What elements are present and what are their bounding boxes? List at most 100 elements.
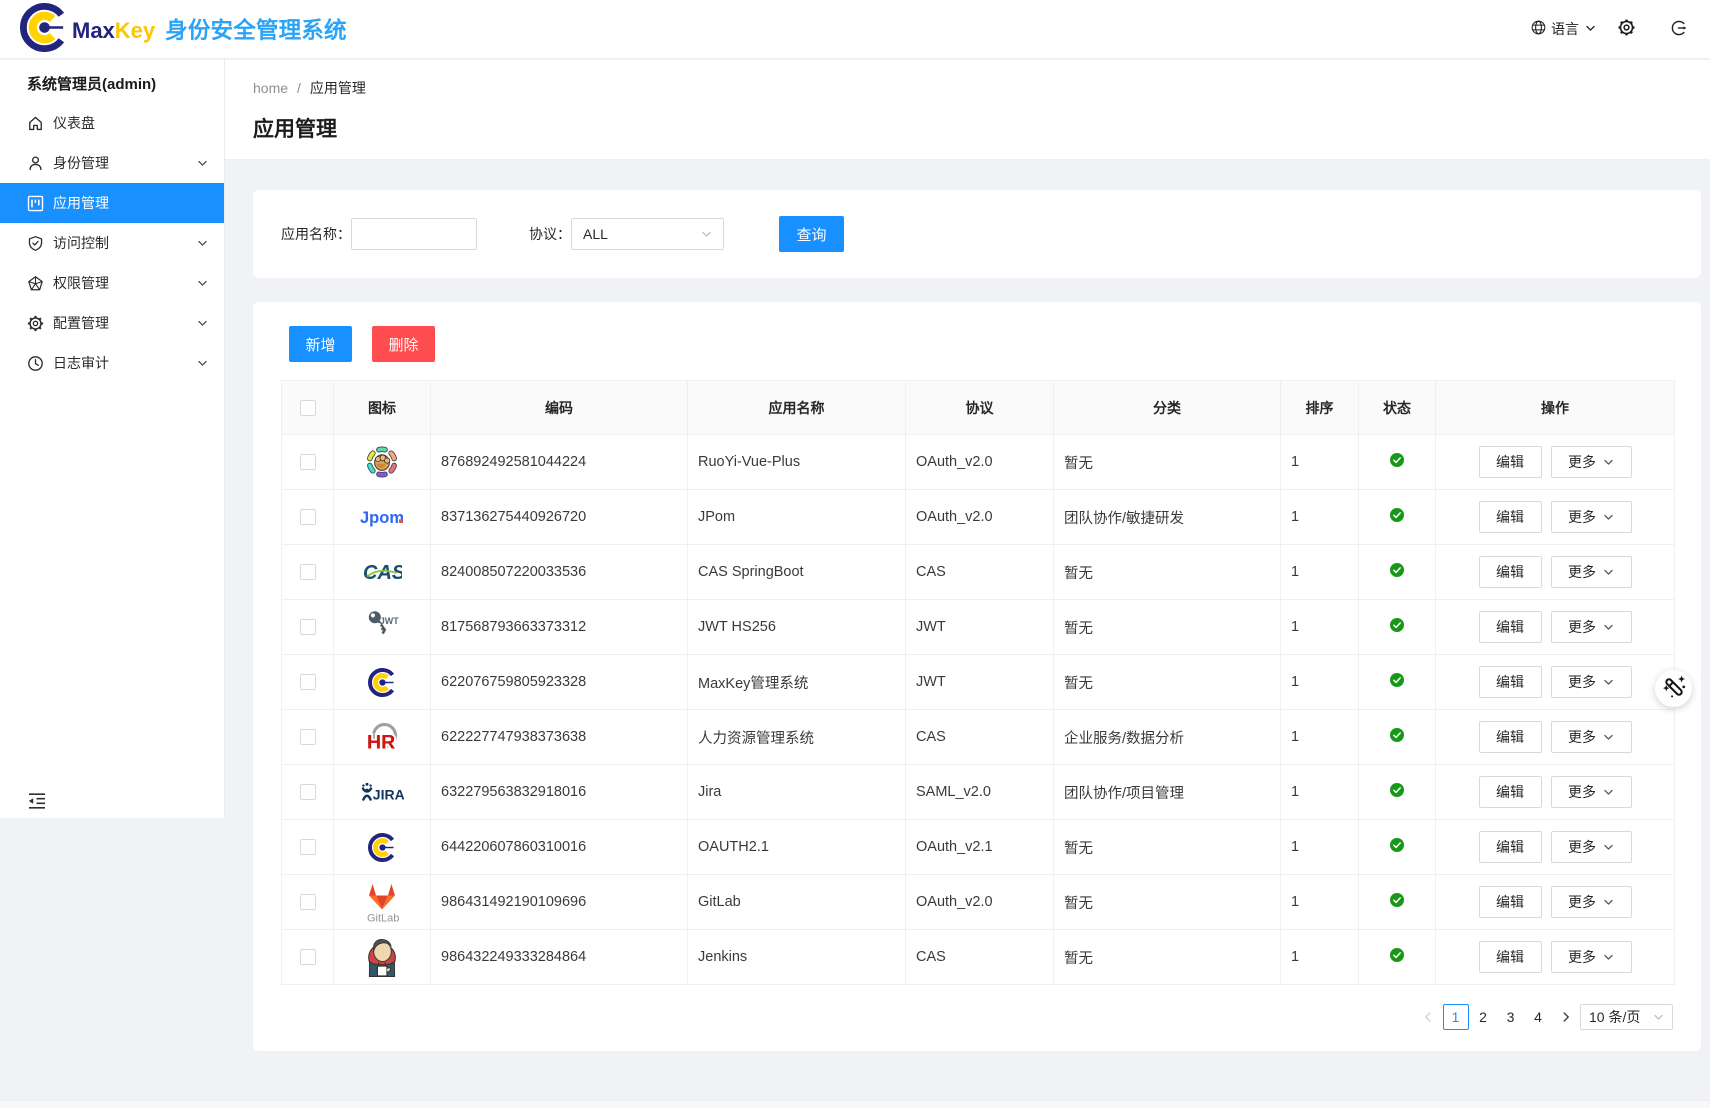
next-page-button[interactable] <box>1553 1004 1579 1030</box>
more-button[interactable]: 更多 <box>1551 886 1632 918</box>
user-icon <box>27 155 44 172</box>
main-content: home / 应用管理 应用管理 应用名称： 协议： ALL 查询 新增 删除 … <box>225 60 1710 1051</box>
edit-button[interactable]: 编辑 <box>1479 776 1542 808</box>
app-name-cell: Jenkins <box>688 930 906 985</box>
chevron-down-icon <box>1585 21 1596 37</box>
edit-button[interactable]: 编辑 <box>1479 721 1542 753</box>
sidebar-item-6[interactable]: 配置管理 <box>0 303 224 343</box>
sort-cell: 1 <box>1281 765 1359 820</box>
app-name-cell: CAS SpringBoot <box>688 545 906 600</box>
edit-button[interactable]: 编辑 <box>1479 886 1542 918</box>
chevron-down-icon <box>1603 787 1614 798</box>
row-checkbox[interactable] <box>300 674 316 690</box>
edit-button[interactable]: 编辑 <box>1479 446 1542 478</box>
table-header-row: 图标编码应用名称协议分类排序状态操作 <box>282 381 1675 435</box>
app-name-input[interactable] <box>351 218 477 250</box>
svg-text:HR: HR <box>367 732 395 754</box>
sidebar-item-4[interactable]: 访问控制 <box>0 223 224 263</box>
more-button[interactable]: 更多 <box>1551 556 1632 588</box>
table-card: 新增 删除 图标编码应用名称协议分类排序状态操作 876892492581044… <box>253 302 1701 1051</box>
status-enabled-icon <box>1390 563 1404 577</box>
more-button[interactable]: 更多 <box>1551 721 1632 753</box>
select-all-checkbox[interactable] <box>300 400 316 416</box>
app-name-cell: OAUTH2.1 <box>688 820 906 875</box>
delete-button[interactable]: 删除 <box>372 326 435 362</box>
edit-button[interactable]: 编辑 <box>1479 831 1542 863</box>
page-size-value: 10 条/页 <box>1589 1007 1640 1027</box>
edit-button[interactable]: 编辑 <box>1479 666 1542 698</box>
table-row: 876892492581044224 RuoYi-Vue-Plus OAuth_… <box>282 435 1675 490</box>
add-button[interactable]: 新增 <box>289 326 352 362</box>
app-code-cell: 817568793663373312 <box>431 600 688 655</box>
row-checkbox[interactable] <box>300 564 316 580</box>
theme-wand-button[interactable] <box>1655 670 1692 707</box>
column-header: 协议 <box>906 381 1054 435</box>
more-button[interactable]: 更多 <box>1551 831 1632 863</box>
sort-cell: 1 <box>1281 490 1359 545</box>
app-icon-cell: CAS <box>334 545 431 600</box>
page-button-3[interactable]: 3 <box>1498 1004 1524 1030</box>
row-checkbox[interactable] <box>300 839 316 855</box>
row-checkbox[interactable] <box>300 949 316 965</box>
page-button-4[interactable]: 4 <box>1525 1004 1551 1030</box>
sidebar-item-2[interactable]: 身份管理 <box>0 143 224 183</box>
sidebar-item-label: 日志审计 <box>53 353 109 373</box>
breadcrumb-separator: / <box>297 80 301 96</box>
app-name-cell: GitLab <box>688 875 906 930</box>
language-menu[interactable]: 语言 <box>1531 0 1596 58</box>
app-icon-cell <box>334 655 431 710</box>
page-header-band: home / 应用管理 应用管理 <box>225 60 1710 160</box>
app-code-cell: 622076759805923328 <box>431 655 688 710</box>
more-button[interactable]: 更多 <box>1551 611 1632 643</box>
sidebar-item-1[interactable]: 仪表盘 <box>0 103 224 143</box>
more-button[interactable]: 更多 <box>1551 941 1632 973</box>
category-cell: 暂无 <box>1054 655 1281 710</box>
more-button[interactable]: 更多 <box>1551 776 1632 808</box>
protocol-cell: OAuth_v2.0 <box>906 435 1054 490</box>
row-select-cell <box>282 435 334 490</box>
row-checkbox[interactable] <box>300 894 316 910</box>
app-name-cell: JPom <box>688 490 906 545</box>
chevron-down-icon <box>197 158 208 169</box>
edit-button[interactable]: 编辑 <box>1479 556 1542 588</box>
edit-button[interactable]: 编辑 <box>1479 611 1542 643</box>
sidebar-item-7[interactable]: 日志审计 <box>0 343 224 383</box>
menu-fold-button[interactable] <box>27 791 47 811</box>
breadcrumb-home[interactable]: home <box>253 80 288 96</box>
row-actions: 编辑 更多 <box>1436 501 1674 533</box>
edit-button[interactable]: 编辑 <box>1479 941 1542 973</box>
more-button[interactable]: 更多 <box>1551 501 1632 533</box>
edit-button[interactable]: 编辑 <box>1479 501 1542 533</box>
row-checkbox[interactable] <box>300 729 316 745</box>
settings-button[interactable] <box>1617 0 1636 58</box>
logout-button[interactable] <box>1671 0 1687 58</box>
protocol-cell: OAuth_v2.1 <box>906 820 1054 875</box>
sidebar-item-3[interactable]: 应用管理 <box>0 183 224 223</box>
actions-cell: 编辑 更多 <box>1436 655 1675 710</box>
row-checkbox[interactable] <box>300 454 316 470</box>
row-checkbox[interactable] <box>300 509 316 525</box>
status-cell <box>1359 655 1436 710</box>
more-button[interactable]: 更多 <box>1551 666 1632 698</box>
app-icon-cell: JWT <box>334 600 431 655</box>
more-button[interactable]: 更多 <box>1551 446 1632 478</box>
row-checkbox[interactable] <box>300 784 316 800</box>
page-size-select[interactable]: 10 条/页 <box>1580 1004 1673 1030</box>
search-button[interactable]: 查询 <box>779 216 844 252</box>
row-select-cell <box>282 600 334 655</box>
page-button-1[interactable]: 1 <box>1443 1004 1469 1030</box>
prev-page-button[interactable] <box>1415 1004 1441 1030</box>
row-checkbox[interactable] <box>300 619 316 635</box>
sort-cell: 1 <box>1281 820 1359 875</box>
gear-icon <box>1617 18 1636 40</box>
protocol-select[interactable]: ALL <box>571 218 724 250</box>
row-select-cell <box>282 765 334 820</box>
gear-icon <box>27 315 44 332</box>
status-cell <box>1359 820 1436 875</box>
page-button-2[interactable]: 2 <box>1470 1004 1496 1030</box>
column-header: 排序 <box>1281 381 1359 435</box>
row-actions: 编辑 更多 <box>1436 446 1674 478</box>
sort-cell: 1 <box>1281 710 1359 765</box>
sidebar-item-5[interactable]: 权限管理 <box>0 263 224 303</box>
breadcrumb: home / 应用管理 <box>253 78 1710 98</box>
